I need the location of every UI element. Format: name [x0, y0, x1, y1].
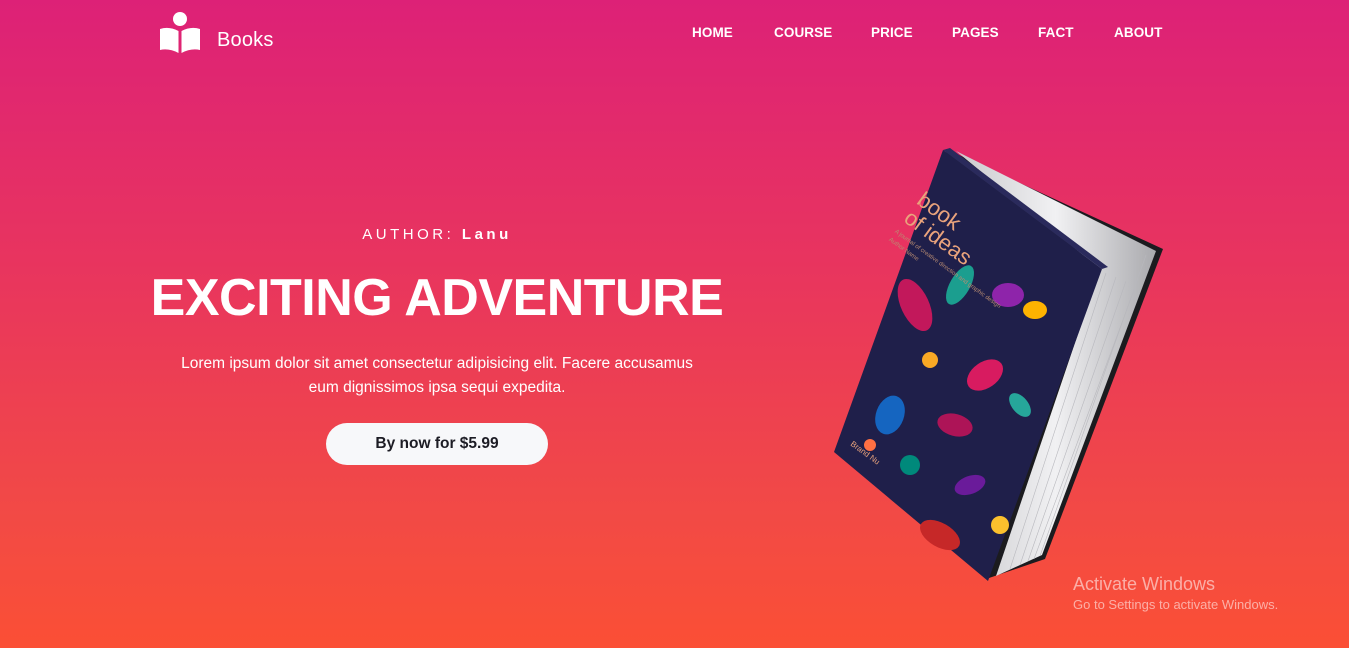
- brand-logo[interactable]: Books: [159, 12, 274, 54]
- book-image: book of ideas A journal of creative dire…: [830, 145, 1170, 590]
- nav-course[interactable]: COURSE: [774, 25, 832, 40]
- hero-description: Lorem ipsum dolor sit amet consectetur a…: [145, 352, 729, 400]
- windows-activation-watermark: Activate Windows Go to Settings to activ…: [1073, 574, 1278, 612]
- hero-description-line-2: eum dignissimos ipsa sequi expedita.: [308, 379, 566, 396]
- nav-fact[interactable]: FACT: [1038, 25, 1074, 40]
- buy-now-button[interactable]: By now for $5.99: [326, 423, 548, 465]
- book-reader-icon: [160, 12, 200, 53]
- hero-description-line-1: Lorem ipsum dolor sit amet consectetur a…: [181, 355, 693, 372]
- watermark-title: Activate Windows: [1073, 574, 1216, 594]
- author-line: AUTHOR: Lanu: [0, 226, 874, 243]
- hero-title: EXCITING ADVENTURE: [150, 269, 724, 327]
- author-label: AUTHOR:: [362, 226, 455, 243]
- nav-price[interactable]: PRICE: [871, 25, 913, 40]
- brand-name: Books: [217, 28, 274, 51]
- watermark-subtitle: Go to Settings to activate Windows.: [1073, 597, 1279, 612]
- nav-pages[interactable]: PAGES: [952, 25, 999, 40]
- author-name: Lanu: [461, 226, 512, 243]
- nav-about[interactable]: ABOUT: [1114, 25, 1163, 40]
- nav-home[interactable]: HOME: [692, 25, 733, 40]
- book-illustration: book of ideas A journal of creative dire…: [834, 148, 1163, 581]
